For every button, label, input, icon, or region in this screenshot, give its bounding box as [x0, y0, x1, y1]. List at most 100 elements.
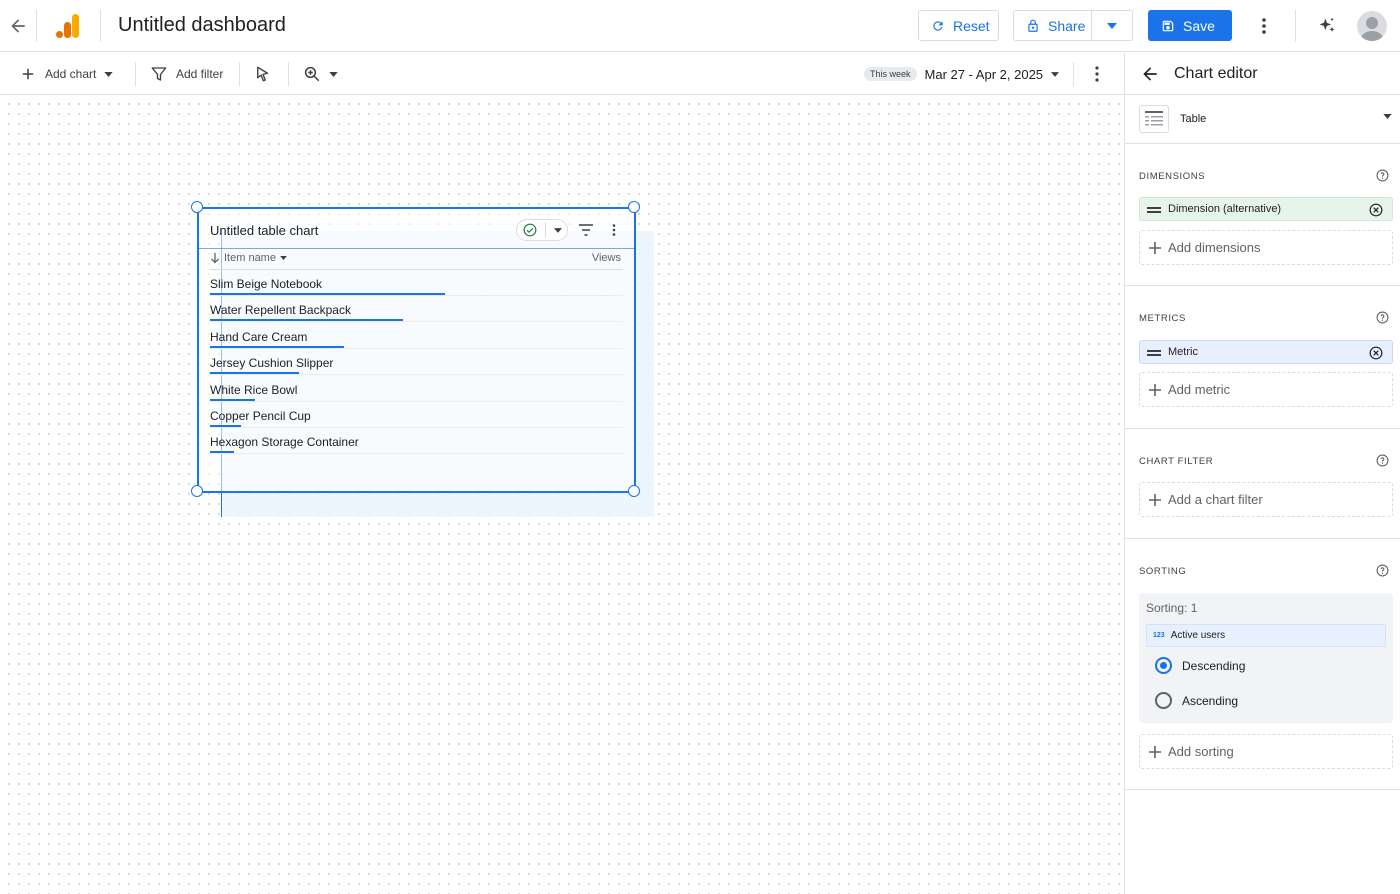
- metric-pill[interactable]: Metric: [1139, 340, 1393, 364]
- sort-count-label: Sorting: 1: [1146, 601, 1198, 615]
- help-icon[interactable]: [1376, 169, 1389, 182]
- table-row[interactable]: Copper Pencil Cup: [210, 402, 623, 428]
- avatar[interactable]: [1357, 11, 1387, 41]
- resize-handle-bottom-right[interactable]: [628, 485, 640, 497]
- caret-down-icon: [329, 71, 338, 77]
- reset-button[interactable]: Reset: [918, 10, 999, 41]
- add-filter-button[interactable]: Add filter: [150, 53, 223, 95]
- add-chart-button[interactable]: Add chart: [19, 53, 114, 95]
- table-chart-icon: [1139, 105, 1169, 133]
- share-dropdown-button[interactable]: [1091, 10, 1133, 41]
- dimension-name: Dimension (alternative): [1168, 203, 1282, 215]
- sort-field-pill[interactable]: 123 Active users: [1146, 624, 1386, 647]
- plus-icon: [1149, 383, 1161, 396]
- row-value-bar: [210, 425, 241, 427]
- dimensions-section: DIMENSIONS Dimension (alternative) Add d…: [1125, 144, 1400, 286]
- sorting-section: SORTING Sorting: 1 123 Active users Desc…: [1125, 539, 1400, 790]
- header-divider: [1295, 10, 1296, 42]
- column-header-item-name[interactable]: Item name: [210, 252, 287, 264]
- resize-handle-top-left[interactable]: [191, 201, 203, 213]
- drag-handle-icon[interactable]: [1147, 207, 1161, 215]
- table-row[interactable]: Hand Care Cream: [210, 323, 623, 349]
- toolbar-more-button[interactable]: [1089, 53, 1105, 95]
- chart-type-selector[interactable]: Table: [1125, 96, 1400, 144]
- table-row[interactable]: Hexagon Storage Container: [210, 428, 623, 455]
- ascending-label: Ascending: [1182, 693, 1239, 708]
- check-circle-icon: [523, 223, 537, 237]
- toolbar-divider: [239, 62, 240, 86]
- chart-title[interactable]: Untitled table chart: [210, 223, 318, 238]
- reset-label: Reset: [953, 17, 990, 34]
- section-title: SORTING: [1139, 566, 1187, 577]
- more-vert-icon[interactable]: [1252, 14, 1276, 38]
- help-icon[interactable]: [1376, 311, 1389, 324]
- radio-unselected-icon[interactable]: [1155, 692, 1172, 709]
- date-range-text: Mar 27 - Apr 2, 2025: [924, 66, 1044, 82]
- lock-icon: [1026, 19, 1040, 33]
- save-icon: [1161, 19, 1175, 33]
- plus-icon: [1149, 241, 1161, 254]
- section-title: METRICS: [1139, 313, 1186, 324]
- caret-down-icon: [280, 256, 287, 260]
- plus-icon: [1149, 745, 1161, 758]
- metrics-section: METRICS Metric Add metric: [1125, 286, 1400, 429]
- save-button[interactable]: Save: [1148, 10, 1232, 41]
- filter-list-icon[interactable]: [577, 221, 595, 239]
- row-value-bar: [210, 398, 255, 401]
- row-item-name: Copper Pencil Cup: [210, 409, 311, 423]
- column-header-views[interactable]: Views: [592, 252, 621, 264]
- add-metric-label: Add metric: [1168, 382, 1231, 397]
- sort-descending-option[interactable]: Descending: [1155, 657, 1245, 674]
- chip-divider: [545, 222, 546, 238]
- table-row[interactable]: White Rice Bowl: [210, 376, 623, 402]
- add-metric-button[interactable]: Add metric: [1139, 372, 1393, 407]
- add-dimensions-button[interactable]: Add dimensions: [1139, 230, 1393, 265]
- table-chart-widget[interactable]: Untitled table chart Item name Views Sli…: [191, 201, 640, 497]
- canvas-toolbar: Add chart Add filter This week Mar 27 - …: [0, 53, 1124, 95]
- back-arrow-icon[interactable]: [6, 14, 30, 38]
- caret-down-icon: [1107, 22, 1117, 29]
- zoom-button[interactable]: [303, 53, 338, 95]
- refresh-icon: [931, 19, 945, 33]
- dashboard-canvas[interactable]: Untitled table chart Item name Views Sli…: [0, 95, 1124, 894]
- more-vert-icon[interactable]: [605, 221, 623, 239]
- back-arrow-icon[interactable]: [1139, 63, 1161, 85]
- drag-handle-icon[interactable]: [1147, 350, 1161, 358]
- row-item-name: Water Repellent Backpack: [210, 303, 351, 318]
- section-title: DIMENSIONS: [1139, 171, 1206, 182]
- caret-down-icon: [1383, 114, 1392, 119]
- chart-filter-section: CHART FILTER Add a chart filter: [1125, 429, 1400, 539]
- sort-ascending-option[interactable]: Ascending: [1155, 692, 1238, 709]
- plus-icon: [19, 65, 37, 83]
- dimension-pill[interactable]: Dimension (alternative): [1139, 197, 1393, 221]
- add-sorting-button[interactable]: Add sorting: [1139, 734, 1393, 769]
- row-item-name: Hexagon Storage Container: [210, 435, 359, 450]
- remove-circle-icon[interactable]: [1368, 202, 1383, 217]
- help-icon[interactable]: [1376, 454, 1389, 467]
- dashboard-title[interactable]: Untitled dashboard: [118, 12, 286, 38]
- sort-rule-card: Sorting: 1 123 Active users Descending A…: [1139, 593, 1393, 723]
- share-label: Share: [1048, 17, 1086, 34]
- help-icon[interactable]: [1376, 564, 1389, 577]
- row-value-bar: [210, 451, 234, 454]
- row-item-name: Hand Care Cream: [210, 329, 308, 344]
- add-chart-filter-button[interactable]: Add a chart filter: [1139, 482, 1393, 517]
- chart-status-dropdown[interactable]: [516, 219, 568, 241]
- chart-type-label: Table: [1180, 113, 1207, 125]
- resize-handle-bottom-left[interactable]: [191, 485, 203, 497]
- radio-selected-icon[interactable]: [1155, 657, 1172, 674]
- remove-circle-icon[interactable]: [1368, 345, 1383, 360]
- select-tool-button[interactable]: [254, 53, 272, 95]
- caret-down-icon: [554, 227, 562, 233]
- sparkle-icon[interactable]: [1315, 14, 1339, 38]
- date-range-selector[interactable]: This week Mar 27 - Apr 2, 2025: [864, 53, 1060, 95]
- pointer-cursor-icon: [254, 65, 272, 83]
- share-button[interactable]: Share: [1013, 10, 1092, 41]
- column-label: Item name: [224, 252, 276, 264]
- resize-handle-top-right[interactable]: [628, 201, 640, 213]
- table-row[interactable]: Slim Beige Notebook: [210, 270, 623, 296]
- table-row[interactable]: Water Repellent Backpack: [210, 296, 623, 323]
- sort-field-name: Active users: [1170, 630, 1226, 641]
- zoom-in-icon: [303, 65, 321, 83]
- table-row[interactable]: Jersey Cushion Slipper: [210, 349, 623, 376]
